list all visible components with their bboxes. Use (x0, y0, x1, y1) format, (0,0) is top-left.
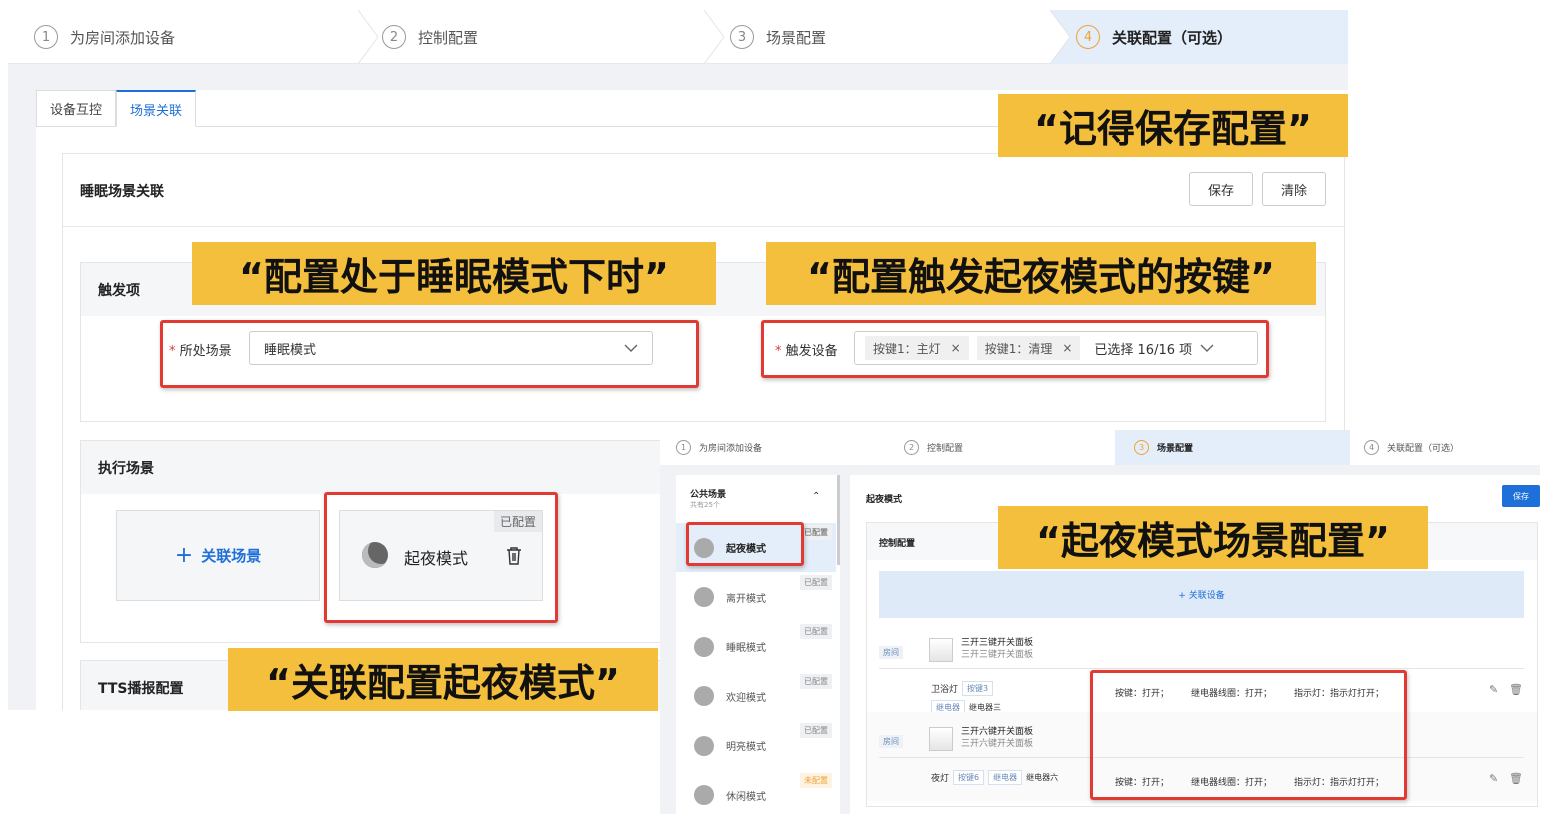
highlight-box (761, 320, 1269, 378)
step-label: 关联配置（可选） (1112, 28, 1233, 47)
scene-icon (694, 735, 714, 756)
callout-trigger-key: “配置触发起夜模式的按键” (766, 242, 1316, 305)
chevron-divider-icon (704, 10, 724, 64)
trash-icon[interactable]: 🗑 (1509, 683, 1523, 696)
step-label: 为房间添加设备 (70, 28, 176, 47)
scene-name: 明亮模式 (726, 742, 766, 753)
scene-list-item[interactable]: 休闲模式 未配置 (676, 771, 836, 815)
plus-icon: + (174, 543, 194, 568)
light-name: 夜灯 (931, 774, 950, 784)
config-status-badge: 未配置 (800, 772, 832, 788)
scene-icon (694, 686, 714, 706)
device-model: 三开三键开关面板 (961, 650, 1034, 660)
edit-icon[interactable]: ✎ (1489, 772, 1498, 785)
scene-config-screen: 1 为房间添加设备 2 控制配置 3 场景配置 4 关联配置（可选） 公共场景 共有25… (660, 430, 1540, 814)
key-tag: 按键3 (962, 681, 994, 696)
scene-icon (694, 636, 714, 657)
group-count: 共有25个 (690, 501, 720, 509)
relay-name: 继电器六 (1026, 773, 1059, 782)
chevron-up-icon[interactable]: ⌃ (812, 491, 820, 502)
step-number: 2 (382, 25, 406, 49)
step-4[interactable]: 4 关联配置（可选） (1076, 10, 1232, 64)
step-3[interactable]: 3 场景配置 (730, 10, 826, 64)
relay-tag: 继电器 (988, 770, 1023, 785)
chevron-divider-icon (1050, 10, 1070, 64)
step-label: 场景配置 (766, 28, 827, 47)
group-title: 公共场景 (690, 490, 727, 500)
config-status-badge: 已配置 (800, 723, 832, 738)
light-name: 卫浴灯 (931, 685, 959, 695)
save-button[interactable]: 保存 (1189, 172, 1253, 206)
step-number: 3 (730, 25, 754, 49)
callout-scene-config: “起夜模式场景配置” (998, 506, 1428, 569)
key-tag: 按键6 (953, 770, 985, 785)
tab-device-interlock[interactable]: 设备互控 (36, 90, 116, 127)
scene-list-item[interactable]: 离开模式 已配置 (676, 573, 836, 622)
scene-name: 睡眠模式 (726, 643, 766, 654)
step-3[interactable]: 3 场景配置 (1134, 430, 1193, 465)
clear-button[interactable]: 清除 (1262, 172, 1326, 206)
config-status-badge: 已配置 (800, 574, 832, 590)
callout-save-reminder: “记得保存配置” (998, 94, 1348, 157)
scene-icon (694, 785, 714, 805)
scene-name: 离开模式 (726, 593, 766, 605)
step-1[interactable]: 1 为房间添加设备 (676, 430, 762, 465)
scene-list-item[interactable]: 睡眠模式 已配置 (676, 622, 836, 671)
highlight-box (324, 492, 558, 623)
callout-link-scene: “关联配置起夜模式” (228, 648, 658, 711)
room-tag: 房间 (879, 646, 903, 659)
save-button[interactable]: 保存 (1502, 485, 1540, 507)
step-4[interactable]: 4 关联配置（可选） (1364, 430, 1459, 465)
scene-name: 休闲模式 (726, 791, 766, 803)
scene-list-item[interactable]: 欢迎模式 已配置 (676, 672, 836, 721)
step-2[interactable]: 2 控制配置 (382, 10, 478, 64)
config-status-badge: 已配置 (800, 624, 832, 639)
trash-icon[interactable]: 🗑 (1509, 772, 1523, 785)
scene-title: 起夜模式 (866, 495, 903, 505)
scrollbar[interactable] (837, 475, 840, 565)
step-number: 4 (1076, 25, 1100, 49)
switch-panel-icon (929, 638, 953, 662)
highlight-box (1090, 670, 1407, 800)
add-device-button[interactable]: + 关联设备 (879, 571, 1524, 618)
highlight-box (160, 320, 699, 388)
scene-name: 欢迎模式 (726, 692, 766, 704)
scene-icon (694, 587, 714, 607)
switch-panel-icon (929, 727, 953, 751)
chevron-divider-icon (358, 10, 378, 64)
scene-list-item[interactable]: 明亮模式 已配置 (676, 721, 836, 770)
device-model: 三开六键开关面板 (961, 739, 1034, 749)
config-status-badge: 已配置 (800, 673, 832, 689)
tab-scene-link[interactable]: 场景关联 (116, 90, 196, 127)
card-title: 睡眠场景关联 (80, 184, 164, 200)
step-bar: 1 为房间添加设备 2 控制配置 3 场景配置 4 关联配置（可选） (8, 10, 1348, 64)
step-2[interactable]: 2 控制配置 (904, 430, 963, 465)
step-bar: 1 为房间添加设备 2 控制配置 3 场景配置 4 关联配置（可选） (660, 430, 1540, 465)
step-number: 1 (34, 25, 58, 49)
callout-sleep-mode: “配置处于睡眠模式下时” (192, 242, 716, 305)
edit-icon[interactable]: ✎ (1489, 683, 1498, 696)
step-1[interactable]: 1 为房间添加设备 (34, 10, 175, 64)
step-label: 控制配置 (418, 28, 479, 47)
config-status-badge: 已配置 (800, 525, 832, 540)
highlight-box (686, 522, 804, 566)
add-scene-button[interactable]: + 关联场景 (116, 510, 320, 601)
room-tag: 房间 (879, 735, 903, 748)
